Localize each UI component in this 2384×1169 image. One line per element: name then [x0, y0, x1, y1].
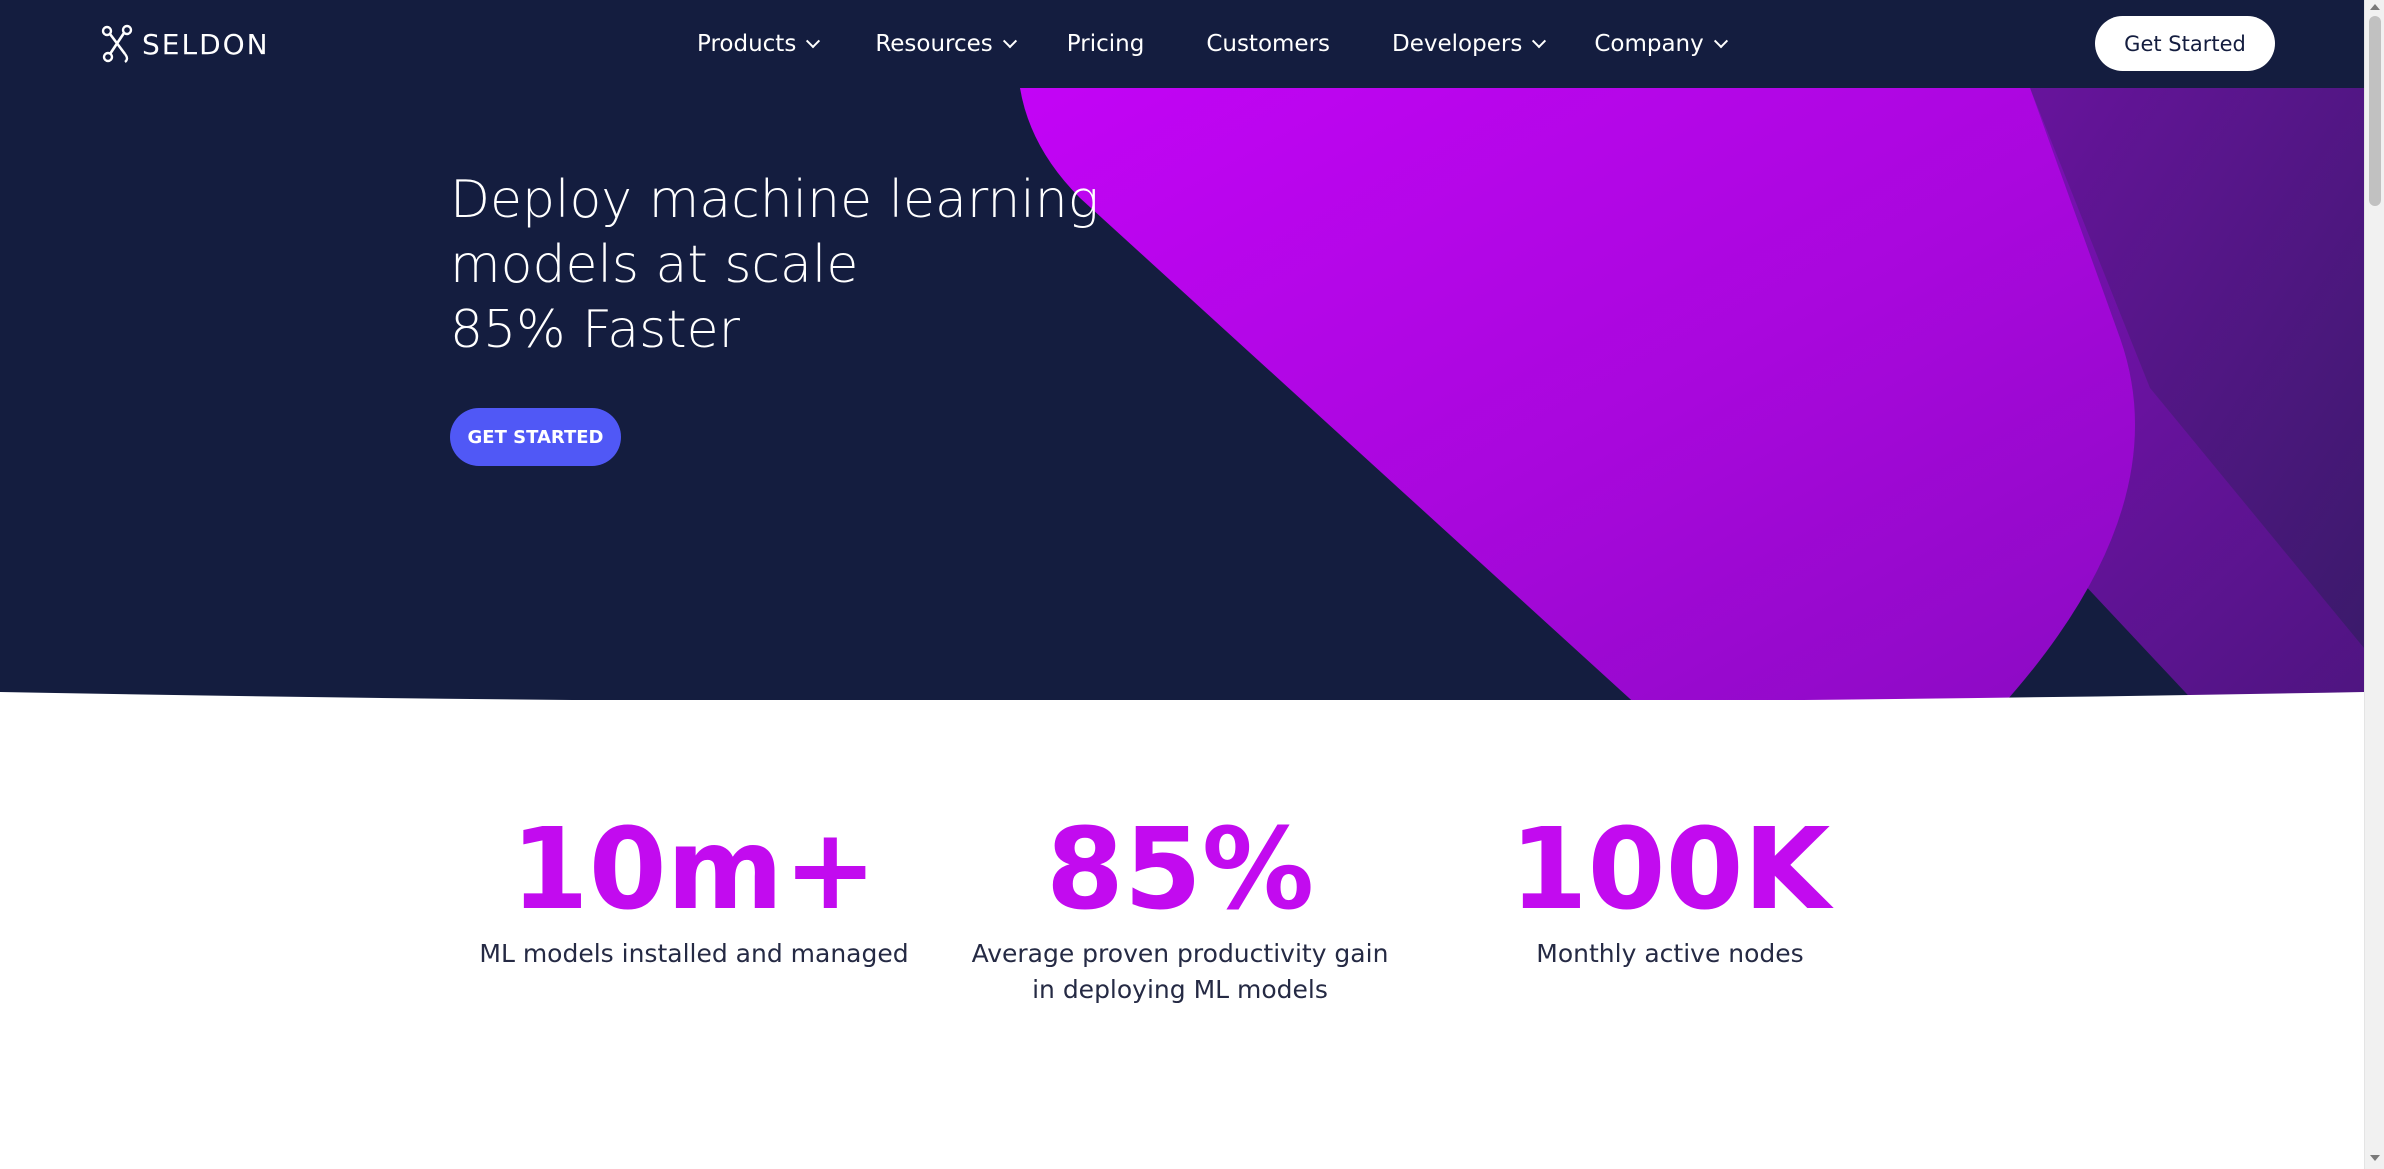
main-menu: Products Resources Pricing Customers Dev… — [697, 0, 1728, 88]
stat-value: 10m+ — [510, 805, 878, 935]
scroll-up-arrow-icon[interactable] — [2370, 4, 2380, 10]
stat-label: ML models installed and managed — [479, 939, 909, 968]
top-navbar: SELDON Products Resources Pricing Custom… — [0, 0, 2364, 88]
stat-block: 85% Average proven productivity gain in … — [960, 810, 1400, 1008]
scrollbar-thumb[interactable] — [2369, 16, 2381, 206]
menu-item-label: Developers — [1392, 31, 1523, 57]
menu-item-label: Company — [1594, 31, 1704, 57]
menu-item-pricing[interactable]: Pricing — [1067, 31, 1145, 57]
section-curve-divider — [0, 692, 2364, 710]
menu-item-products[interactable]: Products — [697, 31, 821, 57]
chevron-down-icon — [1002, 34, 1017, 49]
stat-block: 100K Monthly active nodes — [1500, 810, 1840, 972]
chevron-down-icon — [806, 34, 821, 49]
brand-name: SELDON — [142, 27, 270, 61]
seldon-logo-icon — [101, 24, 133, 63]
get-started-hero-button[interactable]: GET STARTED — [450, 408, 621, 466]
hero-gradient-shape — [1020, 88, 2364, 708]
menu-item-company[interactable]: Company — [1594, 31, 1728, 57]
hero-title-line: Deploy machine learning — [450, 170, 1099, 230]
menu-item-label: Products — [697, 31, 797, 57]
stat-value: 85% — [1045, 805, 1315, 935]
page: SELDON Products Resources Pricing Custom… — [0, 0, 2364, 1169]
stat-label: Average proven productivity gain in depl… — [971, 939, 1389, 1004]
menu-item-label: Resources — [875, 31, 993, 57]
vertical-scrollbar[interactable] — [2364, 0, 2384, 1169]
stat-value: 100K — [1509, 805, 1831, 935]
menu-item-customers[interactable]: Customers — [1206, 31, 1330, 57]
menu-item-label: Customers — [1206, 31, 1331, 57]
stats-section: 10m+ ML models installed and managed 85%… — [0, 692, 2364, 1169]
hero-title-line: 85% Faster — [450, 300, 740, 360]
get-started-nav-button[interactable]: Get Started — [2095, 16, 2275, 71]
stat-block: 10m+ ML models installed and managed — [440, 810, 948, 972]
hero-title: Deploy machine learning models at scale … — [450, 168, 1099, 363]
menu-item-label: Pricing — [1066, 31, 1145, 57]
stat-label: Monthly active nodes — [1536, 939, 1804, 968]
hero-title-line: models at scale — [450, 235, 859, 295]
menu-item-developers[interactable]: Developers — [1392, 31, 1547, 57]
scroll-down-arrow-icon[interactable] — [2370, 1155, 2380, 1161]
chevron-down-icon — [1532, 34, 1547, 49]
chevron-down-icon — [1713, 34, 1728, 49]
menu-item-resources[interactable]: Resources — [875, 31, 1017, 57]
seldon-logo[interactable]: SELDON — [100, 22, 270, 66]
hero-section: Deploy machine learning models at scale … — [0, 88, 2364, 708]
